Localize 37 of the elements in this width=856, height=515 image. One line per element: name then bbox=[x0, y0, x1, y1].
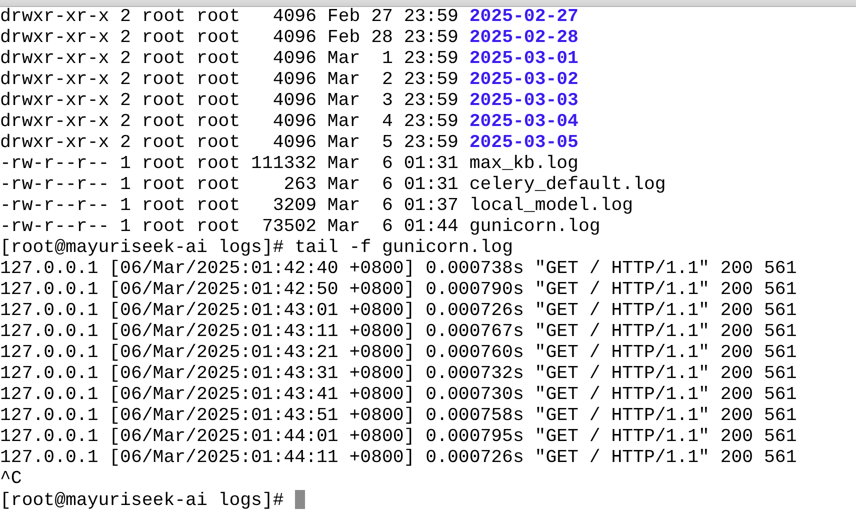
log-line: 127.0.0.1 [06/Mar/2025:01:43:51 +0800] 0.000758s "GET / HTTP/1.1" 200 561 bbox=[0, 406, 797, 426]
text-cursor bbox=[294, 490, 305, 509]
directory-name: 2025-03-02 bbox=[469, 70, 578, 90]
file-info: drwxr-xr-x 2 root root 4096 Mar 4 23:59 bbox=[0, 112, 458, 132]
file-info: -rw-r--r-- 1 root root 73502 Mar 6 01:44 bbox=[0, 217, 458, 237]
interrupt-text: ^C bbox=[0, 469, 22, 489]
log-line: 127.0.0.1 [06/Mar/2025:01:43:31 +0800] 0.000732s "GET / HTTP/1.1" 200 561 bbox=[0, 364, 797, 384]
log-line: 127.0.0.1 [06/Mar/2025:01:42:50 +0800] 0.000790s "GET / HTTP/1.1" 200 561 bbox=[0, 280, 797, 300]
directory-name: 2025-03-05 bbox=[469, 133, 578, 153]
file-info: -rw-r--r-- 1 root root 111332 Mar 6 01:31 bbox=[0, 154, 458, 174]
directory-name: 2025-03-04 bbox=[469, 112, 578, 132]
file-info: -rw-r--r-- 1 root root 263 Mar 6 01:31 bbox=[0, 175, 458, 195]
file-name: local_model.log bbox=[469, 196, 634, 216]
directory-name: 2025-02-27 bbox=[469, 7, 578, 27]
log-line: 127.0.0.1 [06/Mar/2025:01:44:01 +0800] 0.000795s "GET / HTTP/1.1" 200 561 bbox=[0, 427, 797, 447]
file-info: drwxr-xr-x 2 root root 4096 Mar 2 23:59 bbox=[0, 70, 458, 90]
file-info: drwxr-xr-x 2 root root 4096 Feb 27 23:59 bbox=[0, 7, 458, 27]
log-line: 127.0.0.1 [06/Mar/2025:01:43:11 +0800] 0.000767s "GET / HTTP/1.1" 200 561 bbox=[0, 322, 797, 342]
shell-command: tail -f gunicorn.log bbox=[294, 238, 513, 258]
file-name: gunicorn.log bbox=[469, 217, 600, 237]
directory-name: 2025-03-01 bbox=[469, 49, 578, 69]
shell-prompt: [root@mayuriseek-ai logs]# bbox=[0, 238, 284, 258]
file-info: drwxr-xr-x 2 root root 4096 Mar 1 23:59 bbox=[0, 49, 458, 69]
file-info: drwxr-xr-x 2 root root 4096 Mar 3 23:59 bbox=[0, 91, 458, 111]
directory-name: 2025-03-03 bbox=[469, 91, 578, 111]
file-name: celery_default.log bbox=[469, 175, 666, 195]
file-info: drwxr-xr-x 2 root root 4096 Mar 5 23:59 bbox=[0, 133, 458, 153]
log-line: 127.0.0.1 [06/Mar/2025:01:43:41 +0800] 0.000730s "GET / HTTP/1.1" 200 561 bbox=[0, 385, 797, 405]
log-line: 127.0.0.1 [06/Mar/2025:01:44:11 +0800] 0.000726s "GET / HTTP/1.1" 200 561 bbox=[0, 448, 797, 468]
file-info: drwxr-xr-x 2 root root 4096 Feb 28 23:59 bbox=[0, 28, 458, 48]
file-info: -rw-r--r-- 1 root root 3209 Mar 6 01:37 bbox=[0, 196, 458, 216]
log-line: 127.0.0.1 [06/Mar/2025:01:42:40 +0800] 0.000738s "GET / HTTP/1.1" 200 561 bbox=[0, 259, 797, 279]
file-name: max_kb.log bbox=[469, 154, 578, 174]
log-line: 127.0.0.1 [06/Mar/2025:01:43:01 +0800] 0.000726s "GET / HTTP/1.1" 200 561 bbox=[0, 301, 797, 321]
directory-name: 2025-02-28 bbox=[469, 28, 578, 48]
log-line: 127.0.0.1 [06/Mar/2025:01:43:21 +0800] 0.000760s "GET / HTTP/1.1" 200 561 bbox=[0, 343, 797, 363]
shell-prompt: [root@mayuriseek-ai logs]# bbox=[0, 491, 284, 511]
